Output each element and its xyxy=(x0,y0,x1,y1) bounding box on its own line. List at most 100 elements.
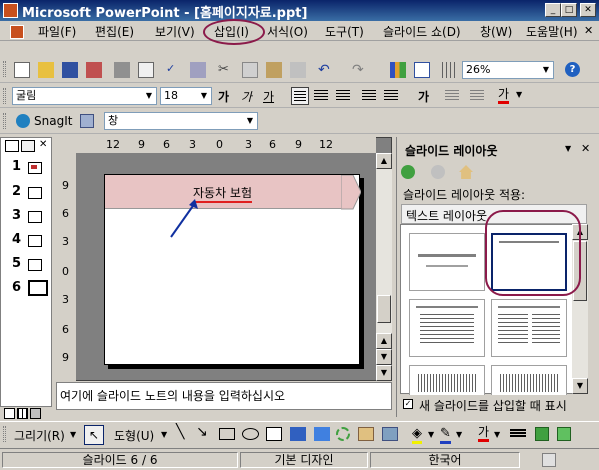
chevron-down-icon[interactable]: ▼ xyxy=(244,114,256,128)
bold-button[interactable]: 가 xyxy=(218,88,229,105)
increase-indent-button[interactable] xyxy=(470,90,484,100)
thumb-slide[interactable] xyxy=(28,211,42,223)
spelling-icon[interactable]: ✓ xyxy=(166,62,182,78)
save-icon[interactable] xyxy=(62,62,78,78)
numbering-button[interactable] xyxy=(362,90,376,100)
wordart-icon[interactable] xyxy=(314,427,330,441)
open-icon[interactable] xyxy=(38,62,54,78)
table-icon[interactable] xyxy=(414,62,430,78)
menu-file[interactable]: 파일(F) xyxy=(38,23,76,40)
select-objects-icon[interactable]: ↖ xyxy=(84,425,104,445)
chevron-down-icon[interactable]: ▼ xyxy=(161,430,167,439)
layout-title-and-text[interactable] xyxy=(409,299,485,357)
layout-two-columns[interactable] xyxy=(491,299,567,357)
permission-icon[interactable] xyxy=(86,62,102,78)
menu-edit[interactable]: 편집(E) xyxy=(95,23,134,40)
close-icon[interactable]: ✕ xyxy=(581,142,590,155)
slide-canvas[interactable]: 자동차 보험 xyxy=(104,174,361,365)
rectangle-icon[interactable] xyxy=(219,428,235,440)
scroll-up-icon[interactable]: ▲ xyxy=(376,333,392,349)
align-right-button[interactable] xyxy=(336,90,350,100)
sorter-view-button[interactable] xyxy=(17,408,28,419)
line-style-icon[interactable] xyxy=(510,429,526,437)
chevron-down-icon[interactable]: ▼ xyxy=(540,63,552,77)
line-color-icon[interactable]: ✎ xyxy=(440,426,451,444)
size-select[interactable]: 18 ▼ xyxy=(160,87,212,105)
maximize-button[interactable]: □ xyxy=(561,3,577,17)
normal-view-button[interactable] xyxy=(4,408,15,419)
chevron-down-icon[interactable]: ▼ xyxy=(143,89,155,103)
print-icon[interactable] xyxy=(114,62,130,78)
textbox-vertical-icon[interactable] xyxy=(290,427,306,441)
snagit-settings-icon[interactable] xyxy=(80,114,94,128)
oval-icon[interactable] xyxy=(242,428,259,440)
align-center-button[interactable] xyxy=(314,90,328,100)
zoom-select[interactable]: 26% ▼ xyxy=(462,61,554,79)
chevron-down-icon[interactable]: ▼ xyxy=(428,430,434,439)
slideshow-view-button[interactable] xyxy=(30,408,41,419)
line-icon[interactable]: ╲ xyxy=(176,424,184,440)
textbox-icon[interactable] xyxy=(266,427,282,441)
chevron-down-icon[interactable]: ▼ xyxy=(198,89,210,103)
redo-icon[interactable]: ↷ xyxy=(352,62,368,78)
chevron-down-icon[interactable]: ▼ xyxy=(494,430,500,439)
menu-close-icon[interactable]: ✕ xyxy=(584,24,593,37)
italic-button[interactable]: 가 xyxy=(241,88,252,105)
decrease-indent-button[interactable] xyxy=(445,90,459,100)
menu-help[interactable]: 도움말(H) xyxy=(526,23,578,40)
layout-vertical-title[interactable] xyxy=(491,365,567,395)
picture-icon[interactable] xyxy=(382,427,398,441)
shadow-icon[interactable] xyxy=(535,427,549,441)
thumb-slide[interactable] xyxy=(28,259,42,271)
thumb-slide[interactable] xyxy=(28,235,42,247)
spelling-status-icon[interactable] xyxy=(542,453,556,467)
edit-scrollbar[interactable]: ▲ ▲ ▼ ▼ xyxy=(376,153,392,381)
menu-window[interactable]: 창(W) xyxy=(480,23,512,40)
forward-icon[interactable] xyxy=(431,165,445,179)
scroll-down-icon[interactable]: ▼ xyxy=(376,349,392,365)
outline-tab[interactable] xyxy=(5,140,19,152)
3d-icon[interactable] xyxy=(557,427,571,441)
chevron-down-icon[interactable]: ▼ xyxy=(456,430,462,439)
undo-icon[interactable]: ↶ xyxy=(318,62,334,78)
thumb-slide[interactable] xyxy=(28,187,42,199)
help-icon[interactable]: ? xyxy=(565,62,580,77)
preview-icon[interactable] xyxy=(138,62,154,78)
menu-tools[interactable]: 도구(T) xyxy=(325,23,364,40)
font-color-icon[interactable]: 가 xyxy=(478,425,490,442)
scroll-up-icon[interactable]: ▲ xyxy=(376,153,392,169)
thumb-slide-selected[interactable] xyxy=(28,280,48,296)
minimize-button[interactable]: _ xyxy=(545,3,561,17)
thumb-slide[interactable] xyxy=(28,162,42,174)
scroll-down-icon[interactable]: ▼ xyxy=(376,365,392,381)
font-select[interactable]: 굴림 ▼ xyxy=(12,87,157,105)
bullets-button[interactable] xyxy=(384,90,398,100)
grow-font-button[interactable]: 가 xyxy=(418,88,429,105)
layout-vertical-text[interactable] xyxy=(409,365,485,395)
format-painter-icon[interactable] xyxy=(290,62,306,78)
chevron-down-icon[interactable]: ▼ xyxy=(516,90,522,99)
chevron-down-icon[interactable]: ▼ xyxy=(565,144,571,153)
new-icon[interactable] xyxy=(14,62,30,78)
font-color-button[interactable]: 가 xyxy=(498,87,510,104)
chart-icon[interactable] xyxy=(390,62,406,78)
fill-color-icon[interactable]: ◈ xyxy=(412,426,422,444)
show-on-insert-checkbox[interactable]: ✓ xyxy=(403,399,413,409)
notes-pane[interactable]: 여기에 슬라이드 노트의 내용을 입력하십시오 xyxy=(56,382,392,410)
menu-slideshow[interactable]: 슬라이드 쇼(D) xyxy=(383,23,461,40)
copy-icon[interactable] xyxy=(242,62,258,78)
layout-title-slide[interactable] xyxy=(409,233,485,291)
scroll-down-icon[interactable]: ▼ xyxy=(572,378,588,394)
slides-tab[interactable] xyxy=(21,140,35,152)
scroll-thumb[interactable] xyxy=(377,295,391,323)
cut-icon[interactable]: ✂ xyxy=(218,62,234,78)
snagit-button[interactable]: SnagIt xyxy=(34,114,72,128)
snagit-window-select[interactable]: 창 ▼ xyxy=(104,112,258,130)
research-icon[interactable] xyxy=(190,62,206,78)
close-icon[interactable]: ✕ xyxy=(39,139,47,150)
grid-icon[interactable] xyxy=(442,62,458,78)
autoshapes-menu[interactable]: 도형(U) xyxy=(114,427,154,444)
home-icon[interactable] xyxy=(459,165,473,179)
slide-title-box[interactable]: 자동차 보험 xyxy=(105,175,353,209)
paste-icon[interactable] xyxy=(266,62,282,78)
